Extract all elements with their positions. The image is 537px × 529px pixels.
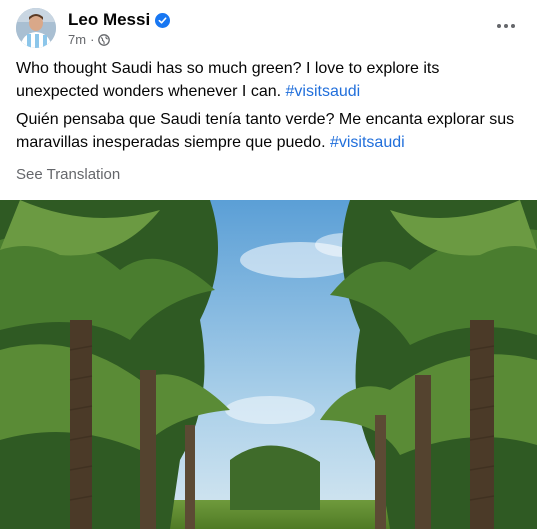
more-options-icon[interactable] — [491, 14, 521, 38]
palm-grove-photo — [0, 200, 537, 529]
post-text-english-body: Who thought Saudi has so much green? I l… — [16, 60, 440, 100]
post-photo[interactable] — [0, 200, 537, 529]
post-text-spanish-body: Quién pensaba que Saudi tenía tanto verd… — [16, 111, 515, 151]
globe-icon[interactable] — [98, 33, 111, 46]
post-text-english: Who thought Saudi has so much green? I l… — [16, 57, 526, 103]
verified-badge-icon — [155, 12, 171, 28]
post-header: Leo Messi 7m · — [16, 8, 521, 48]
post-text-spanish: Quién pensaba que Saudi tenía tanto verd… — [16, 108, 526, 154]
hashtag-link[interactable]: #visitsaudi — [286, 83, 361, 100]
meta-separator: · — [90, 32, 95, 47]
avatar[interactable] — [16, 8, 56, 48]
author-name[interactable]: Leo Messi — [68, 10, 150, 30]
see-translation-link[interactable]: See Translation — [16, 166, 120, 183]
avatar-image — [16, 8, 56, 48]
post-timestamp[interactable]: 7m — [68, 32, 86, 47]
hashtag-link[interactable]: #visitsaudi — [330, 134, 405, 151]
